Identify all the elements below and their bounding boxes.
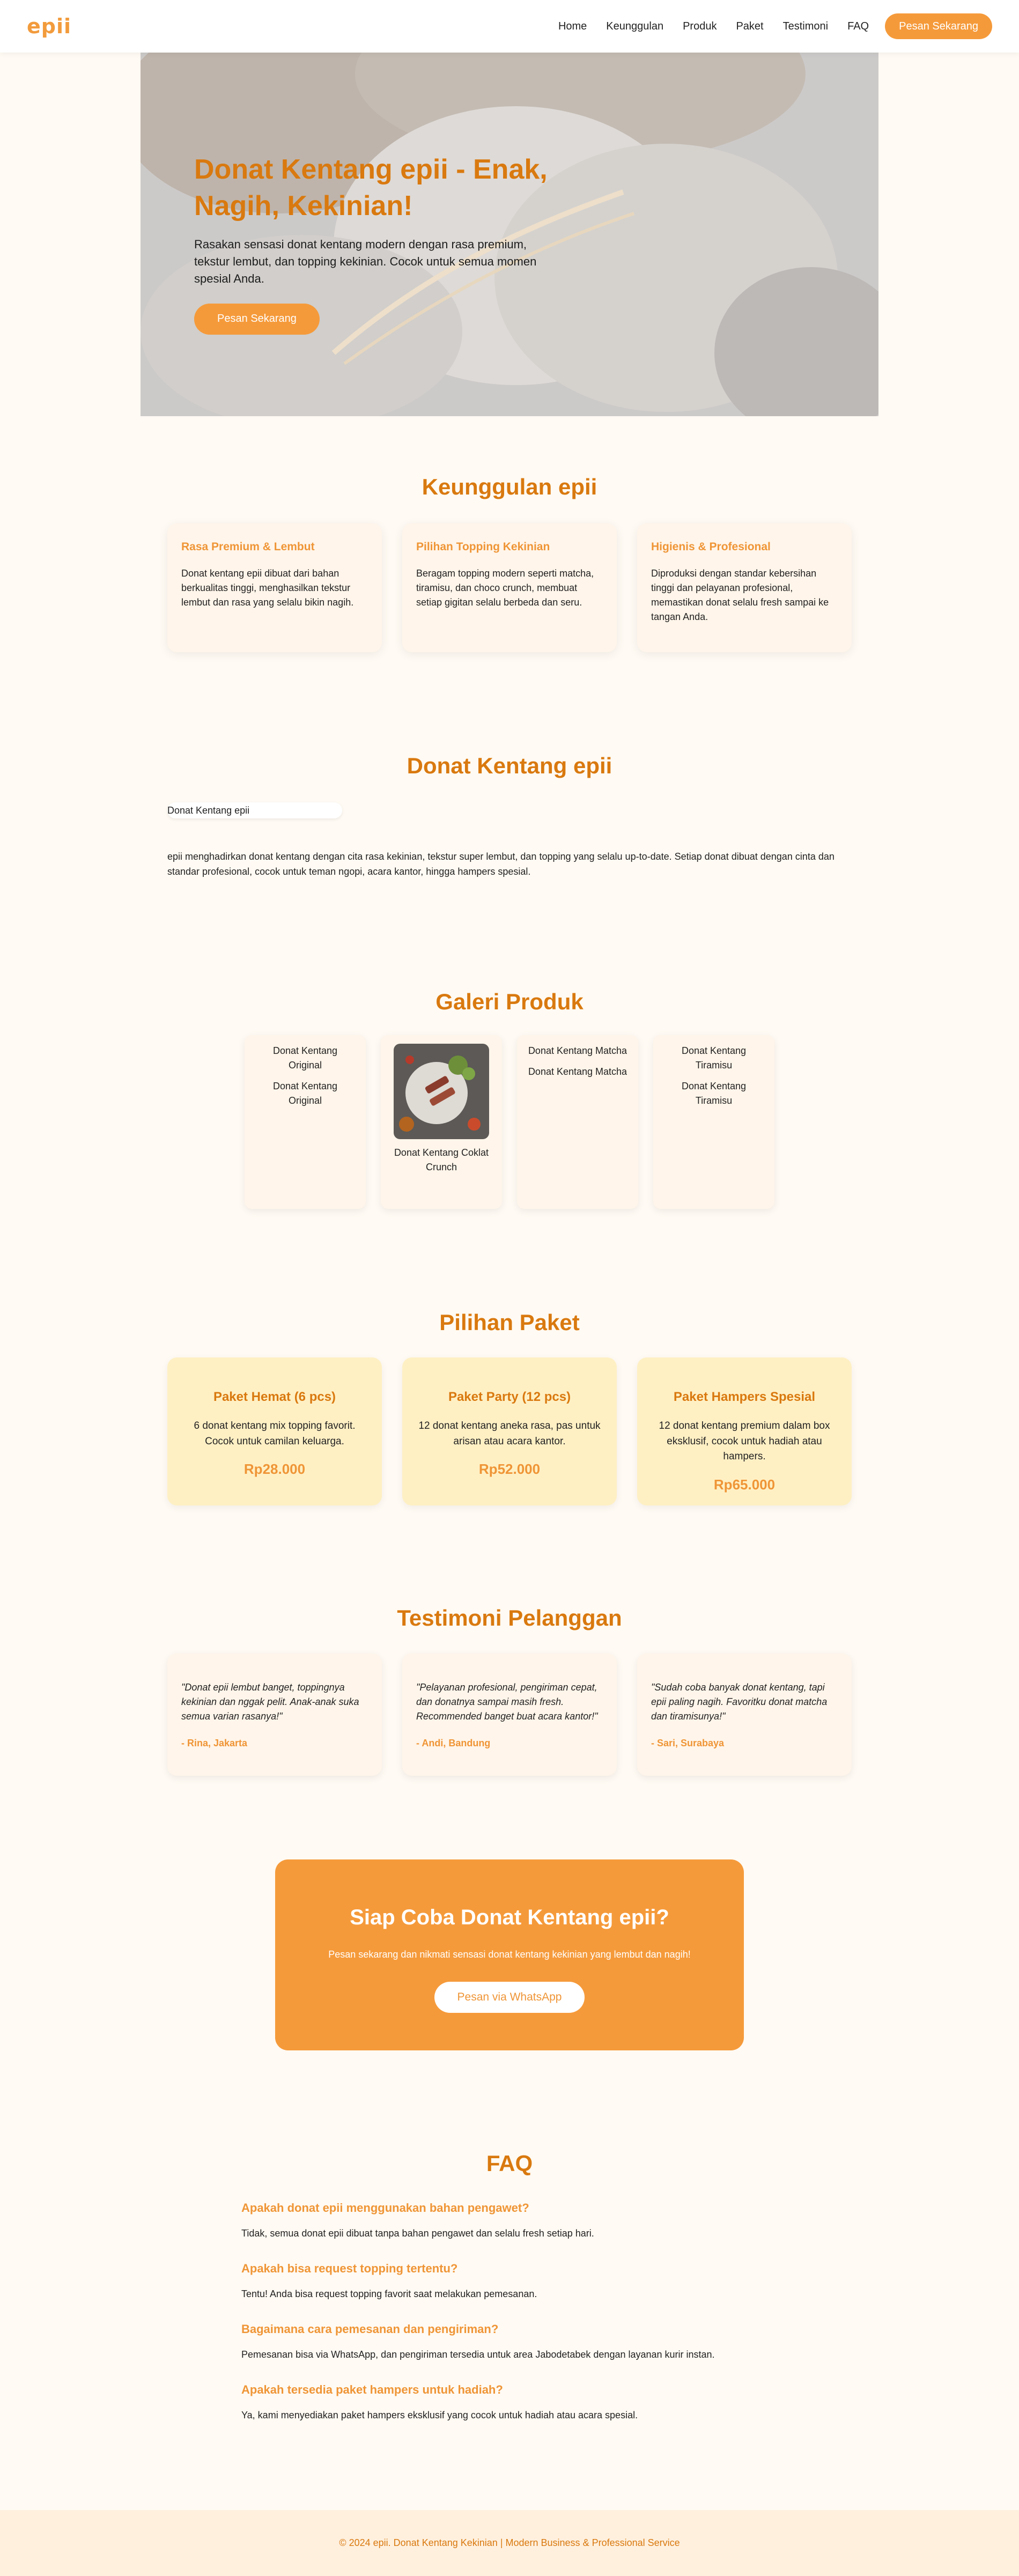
footer-copyright: © 2024 epii. Donat Kentang Kekinian | Mo… [339,2537,680,2548]
testimonial-quote: "Donat epii lembut banget, toppingnya ke… [181,1682,359,1722]
package-description: 12 donat kentang premium dalam box ekskl… [659,1420,830,1462]
main-menu: Home Keunggulan Produk Paket Testimoni F… [539,13,992,39]
package-name: Paket Hampers Spesial [673,1390,816,1404]
faq-question[interactable]: Bagaimana cara pemesanan dan pengiriman? [241,2322,778,2336]
faq-item: Apakah tersedia paket hampers untuk hadi… [241,2383,778,2421]
gallery-product-photo [394,1044,489,1139]
feature-text: Diproduksi dengan standar kebersihan tin… [651,568,829,622]
package-price: Rp65.000 [713,1476,776,1493]
about-text: epii menghadirkan donat kentang dengan c… [167,851,835,877]
package-card: Paket Hampers Spesial 12 donat kentang p… [637,1357,852,1505]
feature-card: Pilihan Topping Kekinian Beragam topping… [402,523,617,652]
nav-home-link[interactable]: Home [558,20,587,33]
gallery-product-name: Donat Kentang Coklat Crunch [394,1147,489,1172]
gallery-product-name: Donat Kentang Original [272,1081,338,1106]
gallery-image-alt: Donat Kentang Original [272,1045,338,1071]
package-name: Paket Hemat (6 pcs) [213,1390,336,1404]
nav-order-button[interactable]: Pesan Sekarang [885,13,992,39]
gallery-card: Donat Kentang Coklat Crunch [381,1035,502,1209]
gallery-card: Donat Kentang Original Donat Kentang Ori… [245,1035,366,1209]
faq-question[interactable]: Apakah tersedia paket hampers untuk hadi… [241,2383,778,2397]
gallery-image-alt: Donat Kentang Matcha [528,1045,627,1056]
package-description: 6 donat kentang mix topping favorit. Coc… [194,1420,356,1447]
nav-testimoni-link[interactable]: Testimoni [783,20,828,33]
gallery-product-name: Donat Kentang Matcha [528,1066,627,1077]
cta-text: Pesan sekarang dan nikmati sensasi donat… [328,1949,691,1960]
faq-answer: Tentu! Anda bisa request topping favorit… [241,2289,537,2299]
feature-card: Rasa Premium & Lembut Donat kentang epii… [167,523,382,652]
feature-text: Donat kentang epii dibuat dari bahan ber… [181,568,354,608]
cta-title: Siap Coba Donat Kentang epii? [350,1906,669,1929]
testimonial-quote: "Sudah coba banyak donat kentang, tapi e… [651,1682,828,1722]
feature-title: Pilihan Topping Kekinian [416,541,550,553]
nav-produk-link[interactable]: Produk [683,20,717,33]
package-card: Paket Hemat (6 pcs) 6 donat kentang mix … [167,1357,382,1505]
gallery-card: Donat Kentang Matcha Donat Kentang Match… [517,1035,638,1209]
faq-question[interactable]: Apakah bisa request topping tertentu? [241,2262,778,2276]
gallery-product-name: Donat Kentang Tiramisu [681,1081,747,1106]
package-description: 12 donat kentang aneka rasa, pas untuk a… [418,1420,601,1447]
hero-description: Rasakan sensasi donat kentang modern den… [194,238,537,285]
faq-answer: Ya, kami menyediakan paket hampers ekskl… [241,2410,638,2420]
nav-faq-link[interactable]: FAQ [847,20,869,33]
nav-paket-link[interactable]: Paket [736,20,763,33]
faq-item: Bagaimana cara pemesanan dan pengiriman?… [241,2322,778,2360]
cta-banner: Siap Coba Donat Kentang epii? Pesan seka… [275,1859,744,2050]
brand-logo[interactable]: epii [27,14,71,38]
footer: © 2024 epii. Donat Kentang Kekinian | Mo… [0,2510,1019,2576]
faq-title: FAQ [486,2151,533,2176]
feature-title: Rasa Premium & Lembut [181,541,315,553]
testimonial-card: "Donat epii lembut banget, toppingnya ke… [167,1654,382,1776]
package-name: Paket Party (12 pcs) [448,1390,571,1404]
testimonial-author: - Andi, Bandung [416,1738,491,1748]
gallery-image-alt: Donat Kentang Tiramisu [681,1045,747,1071]
packages-title: Pilihan Paket [439,1310,580,1335]
testimonial-author: - Rina, Jakarta [181,1738,248,1748]
package-card: Paket Party (12 pcs) 12 donat kentang an… [402,1357,617,1505]
testimonial-card: "Pelayanan profesional, pengiriman cepat… [402,1654,617,1776]
hero-title: Donat Kentang epii - Enak, Nagih, Kekini… [194,154,548,222]
testimonial-quote: "Pelayanan profesional, pengiriman cepat… [416,1682,598,1722]
package-price: Rp52.000 [478,1461,541,1477]
faq-answer: Tidak, semua donat epii dibuat tanpa bah… [241,2228,594,2239]
whatsapp-order-button[interactable]: Pesan via WhatsApp [434,1982,585,2013]
about-title: Donat Kentang epii [407,753,612,778]
hero-section: Donat Kentang epii - Enak, Nagih, Kekini… [141,53,878,416]
faq-answer: Pemesanan bisa via WhatsApp, dan pengiri… [241,2349,715,2360]
about-image-placeholder: Donat Kentang epii [167,802,342,818]
hero-order-button[interactable]: Pesan Sekarang [194,303,320,335]
feature-text: Beragam topping modern seperti matcha, t… [416,568,594,608]
feature-card: Higienis & Profesional Diproduksi dengan… [637,523,852,652]
features-title: Keunggulan epii [422,474,597,499]
gallery-card: Donat Kentang Tiramisu Donat Kentang Tir… [653,1035,774,1209]
feature-title: Higienis & Profesional [651,541,771,553]
hero-content: Donat Kentang epii - Enak, Nagih, Kekini… [194,152,570,335]
package-price: Rp28.000 [243,1461,306,1477]
top-navbar: epii Home Keunggulan Produk Paket Testim… [0,0,1019,53]
testimonial-card: "Sudah coba banyak donat kentang, tapi e… [637,1654,852,1776]
testimonial-author: - Sari, Surabaya [651,1738,725,1748]
faq-question[interactable]: Apakah donat epii menggunakan bahan peng… [241,2201,778,2215]
faq-item: Apakah donat epii menggunakan bahan peng… [241,2201,778,2239]
gallery-title: Galeri Produk [435,989,584,1014]
faq-item: Apakah bisa request topping tertentu? Te… [241,2262,778,2300]
testimonials-title: Testimoni Pelanggan [397,1605,622,1630]
nav-keunggulan-link[interactable]: Keunggulan [606,20,663,33]
